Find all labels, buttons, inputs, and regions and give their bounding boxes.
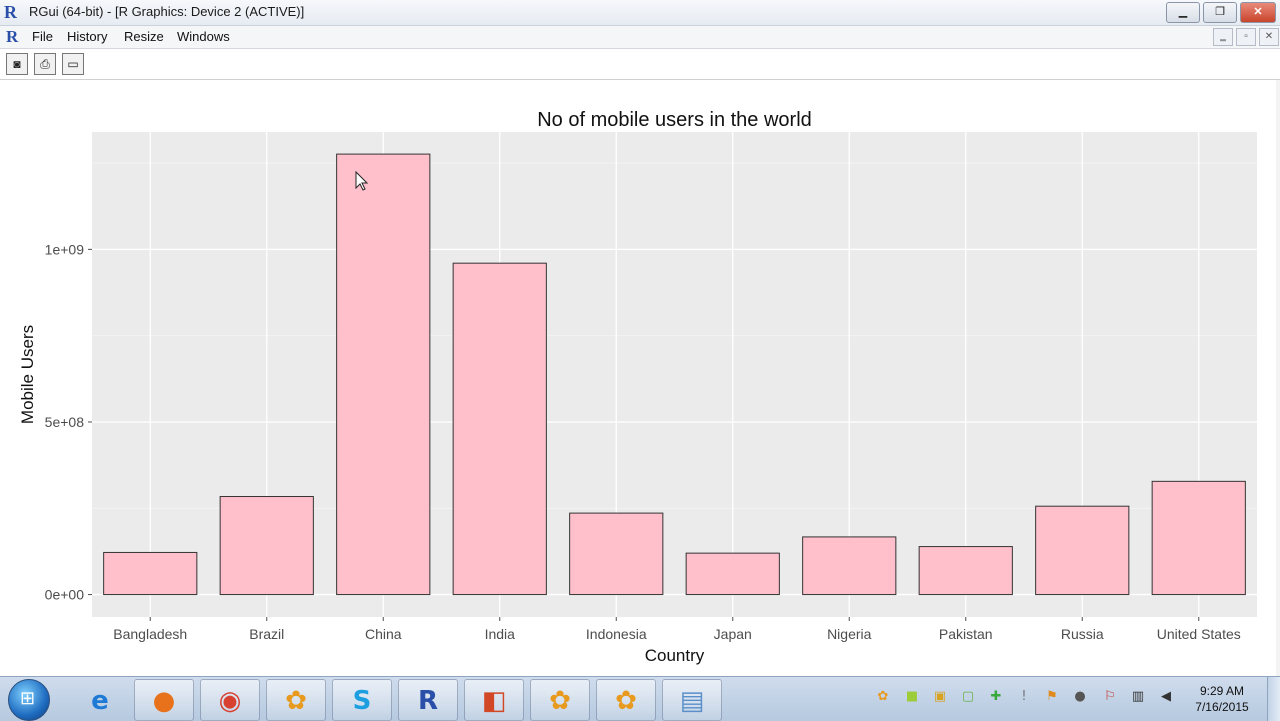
printer-icon: ⎙ — [40, 57, 50, 71]
x-tick-label: Indonesia — [586, 626, 647, 642]
clock-date: 7/16/2015 — [1195, 700, 1249, 714]
x-tick-label: Japan — [714, 626, 752, 642]
x-tick-label: India — [485, 626, 516, 642]
archive-tray-icon[interactable]: ▣ — [932, 689, 948, 705]
y-tick-label: 5e+08 — [45, 414, 85, 430]
bar-china — [336, 153, 431, 596]
bar-pakistan — [918, 546, 1013, 596]
bar-japan — [685, 552, 780, 596]
note-tray-icon[interactable]: ▢ — [960, 689, 976, 705]
window-icon: ▭ — [67, 57, 79, 71]
flower-app-3-icon: ✿ — [615, 686, 637, 716]
r-gui-icon: R — [417, 686, 439, 716]
flower-tray-icon[interactable]: ✿ — [875, 689, 891, 705]
y-tick-label: 0e+00 — [45, 587, 85, 603]
x-tick-label: Bangladesh — [113, 626, 187, 642]
taskbar-app-r-gui[interactable]: R — [398, 679, 458, 721]
menu-history[interactable]: History — [67, 29, 107, 44]
x-tick-label: Nigeria — [827, 626, 872, 642]
menu-bar: R File History Resize Windows ‗ ▫ ✕ — [0, 26, 1280, 49]
clock-time: 9:29 AM — [1199, 684, 1245, 698]
bar-united-states — [1151, 480, 1246, 596]
mdi-close-button[interactable]: ✕ — [1259, 28, 1279, 46]
x-tick-label: United States — [1157, 626, 1241, 642]
bar-brazil — [219, 496, 314, 596]
taskbar-app-skype[interactable]: S — [332, 679, 392, 721]
x-tick-label: Russia — [1061, 626, 1104, 642]
network-icon[interactable]: ▥ — [1130, 689, 1146, 705]
green-tray-icon[interactable]: ■ — [904, 689, 920, 705]
show-desktop-button[interactable] — [1267, 677, 1280, 721]
mdi-restore-button[interactable]: ▫ — [1236, 28, 1256, 46]
r-menu-icon[interactable]: R — [6, 27, 18, 47]
flower-app-2-icon: ✿ — [549, 686, 571, 716]
taskbar: ⊞ e ● ◉ ✿ S R ◧ ✿ ✿ ▤ ✿ ■ ▣ ▢ ✚! ⚑ ● ⚐ ▥ ◀ 9:29 AM 7/16/20… — [0, 676, 1280, 721]
flower-app-icon: ✿ — [285, 686, 307, 716]
clock[interactable]: 9:29 AM 7/16/2015 — [1188, 683, 1256, 715]
flag-tray-icon[interactable]: ⚑ — [1044, 689, 1060, 705]
info-tray-icon[interactable]: ! — [1016, 689, 1032, 705]
menu-resize[interactable]: Resize — [124, 29, 164, 44]
bar-indonesia — [569, 512, 664, 596]
taskbar-app-internet-explorer[interactable]: e — [70, 679, 130, 721]
x-axis-title: Country — [645, 646, 705, 665]
graphics-device-canvas: 0e+00 5e+08 1e+09 Bangladesh Brazil China Indi… — [0, 80, 1276, 676]
window-title-bar: R RGui (64-bit) - [R Graphics: Device 2 … — [0, 0, 1280, 26]
menu-windows[interactable]: Windows — [177, 29, 230, 44]
restore-button[interactable]: ❐ — [1203, 2, 1237, 23]
window-title: RGui (64-bit) - [R Graphics: Device 2 (A… — [29, 4, 305, 19]
taskbar-app-flower-app-2[interactable]: ✿ — [530, 679, 590, 721]
taskbar-app-flower-app-3[interactable]: ✿ — [596, 679, 656, 721]
y-tick-label: 1e+09 — [45, 241, 85, 257]
bar-chart: 0e+00 5e+08 1e+09 Bangladesh Brazil China Indi… — [18, 109, 1257, 665]
volume-icon[interactable]: ◀ — [1158, 689, 1174, 705]
bar-nigeria — [802, 536, 897, 596]
r-app-icon: R — [4, 2, 17, 22]
powerpoint-icon: ◧ — [481, 686, 507, 716]
skype-icon: S — [352, 686, 372, 716]
taskbar-app-notepad[interactable]: ▤ — [662, 679, 722, 721]
firefox-icon: ● — [152, 686, 176, 716]
chat-tray-icon[interactable]: ● — [1072, 689, 1088, 705]
close-button[interactable]: ✕ — [1240, 2, 1276, 23]
copy-metafile-button[interactable]: ◙ — [6, 53, 28, 75]
console-window-button[interactable]: ▭ — [62, 53, 84, 75]
menu-file[interactable]: File — [32, 29, 53, 44]
chart-title: No of mobile users in the world — [537, 109, 812, 131]
x-tick-label: Pakistan — [939, 626, 993, 642]
minimize-button[interactable]: ▁ — [1166, 2, 1200, 23]
taskbar-app-chrome[interactable]: ◉ — [200, 679, 260, 721]
mdi-minimize-button[interactable]: ‗ — [1213, 28, 1233, 46]
x-tick-label: Brazil — [249, 626, 284, 642]
bar-russia — [1035, 505, 1130, 596]
chrome-icon: ◉ — [218, 686, 242, 716]
window-edge — [1276, 80, 1280, 676]
y-axis-title: Mobile Users — [18, 325, 37, 424]
x-tick-label: China — [365, 626, 402, 642]
camera-icon: ◙ — [13, 57, 21, 71]
taskbar-app-flower-app[interactable]: ✿ — [266, 679, 326, 721]
start-button[interactable]: ⊞ — [8, 679, 50, 721]
notepad-icon: ▤ — [679, 686, 705, 716]
action-center-icon[interactable]: ⚐ — [1102, 689, 1118, 705]
internet-explorer-icon: e — [91, 686, 109, 716]
taskbar-app-powerpoint[interactable]: ◧ — [464, 679, 524, 721]
print-button[interactable]: ⎙ — [34, 53, 56, 75]
toolbar: ◙ ⎙ ▭ — [0, 49, 1280, 80]
bar-bangladesh — [103, 551, 198, 596]
bar-india — [452, 262, 547, 596]
add-tray-icon[interactable]: ✚ — [988, 689, 1004, 705]
windows-start-icon: ⊞ — [20, 688, 36, 708]
taskbar-app-firefox[interactable]: ● — [134, 679, 194, 721]
